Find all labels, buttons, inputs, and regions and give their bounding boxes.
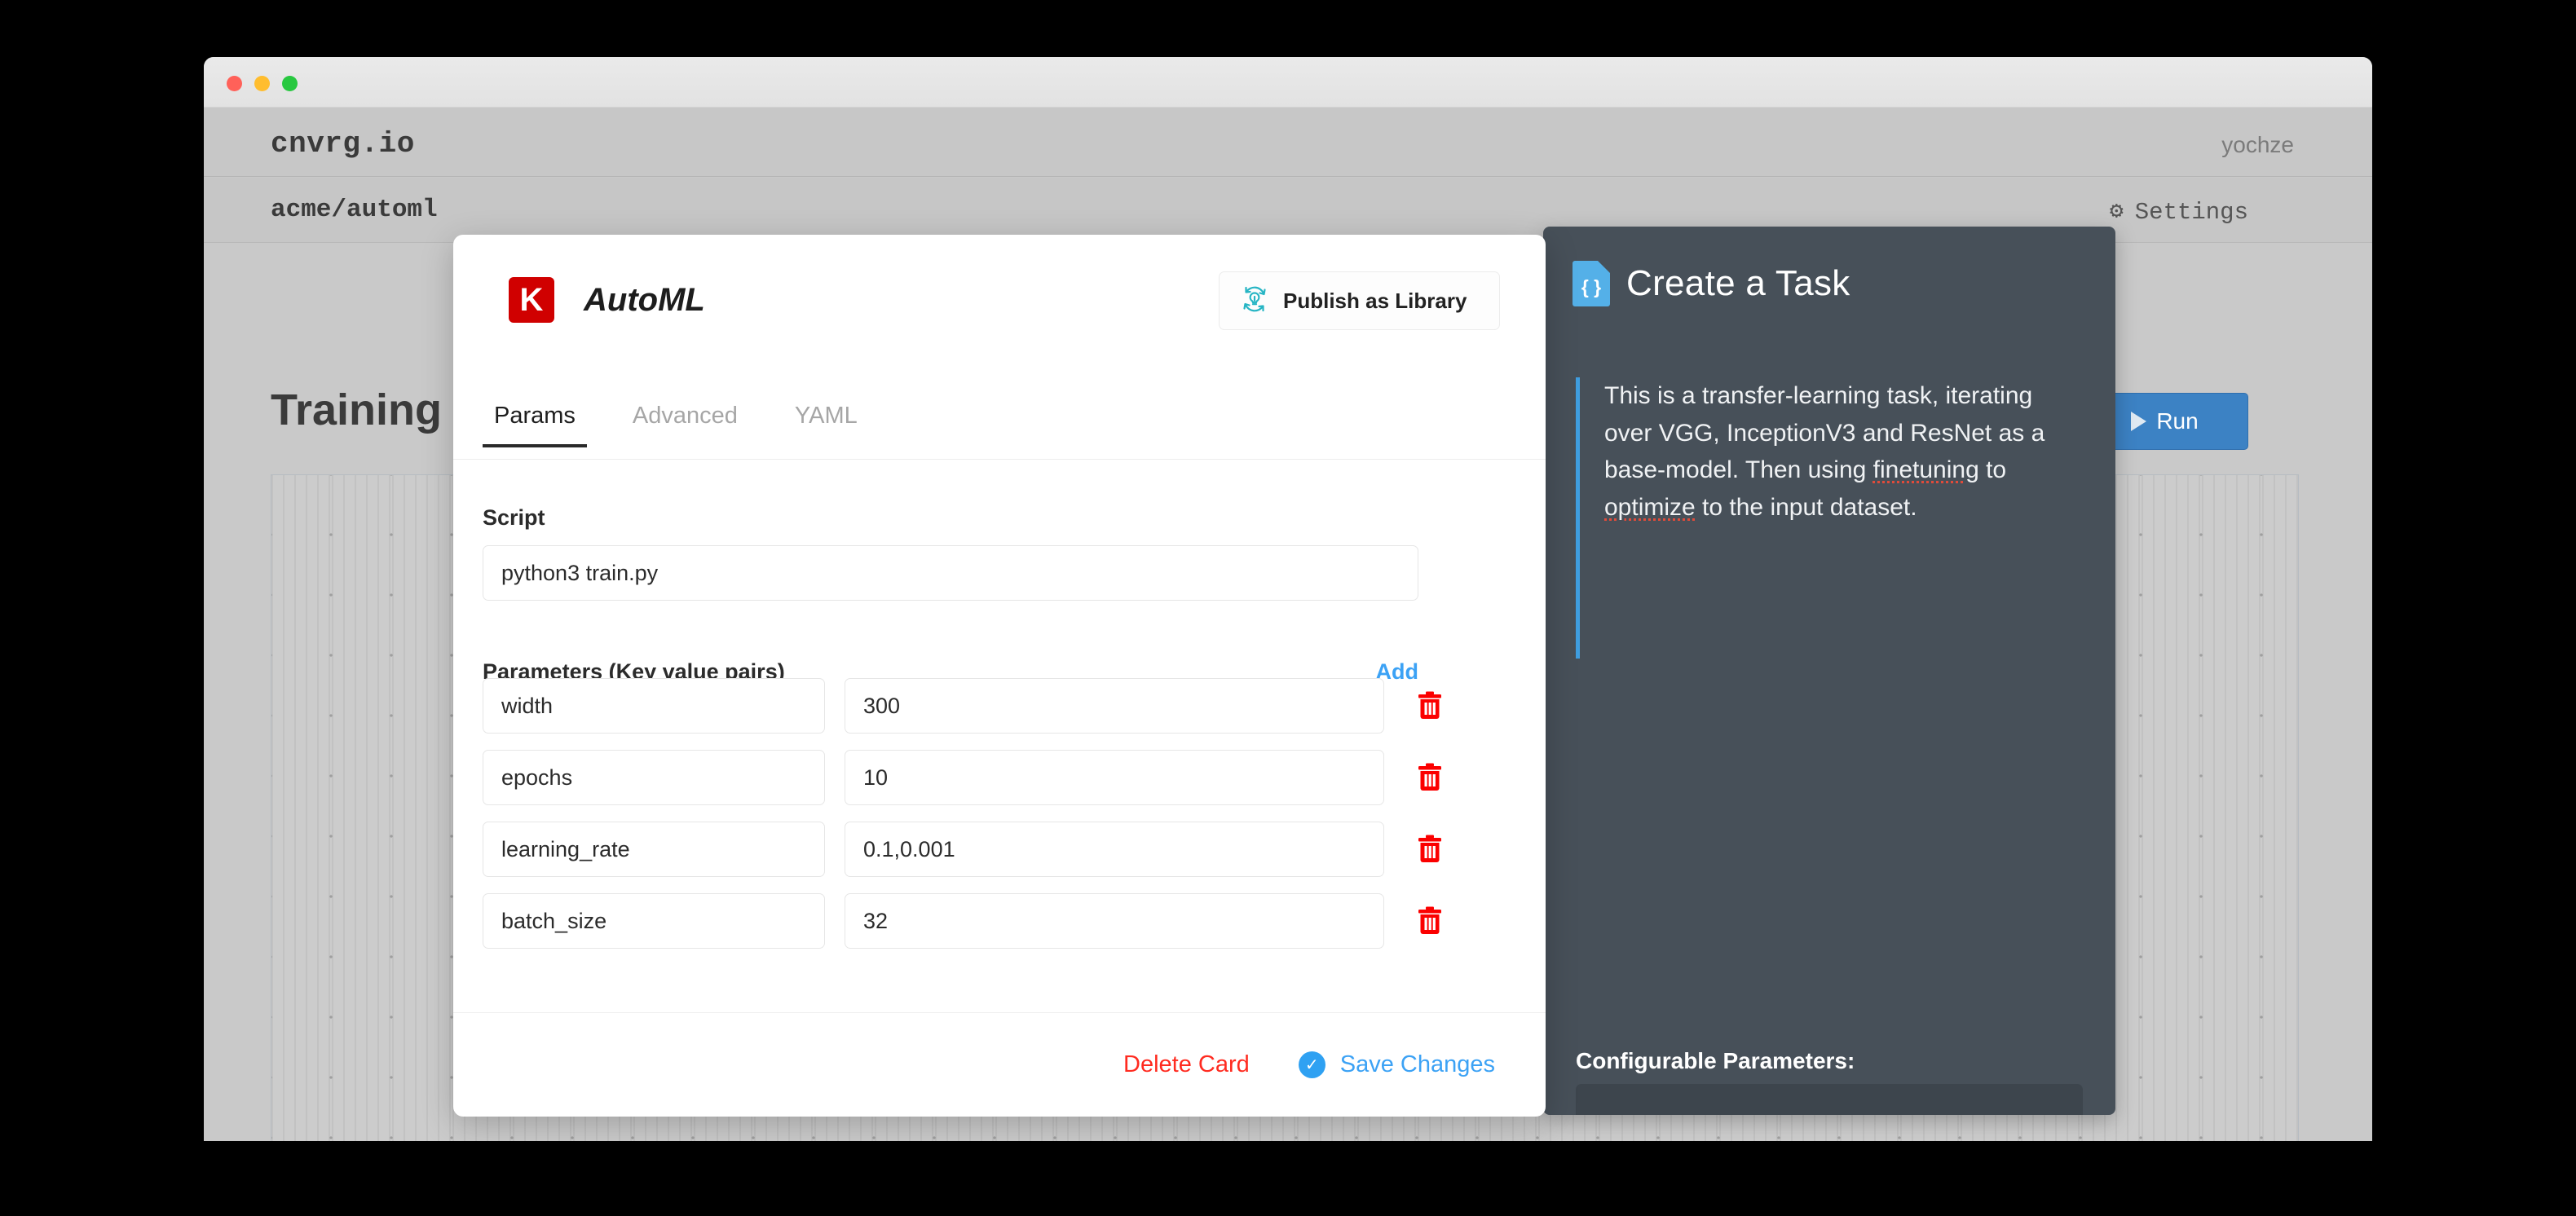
tab-params[interactable]: Params [483, 396, 587, 447]
run-label: Run [2156, 408, 2199, 434]
description-text: to [1978, 456, 2007, 484]
spell-error-text: finetuning [1872, 456, 1979, 484]
parameter-key-input[interactable] [483, 893, 825, 949]
json-braces-glyph: { } [1581, 275, 1602, 297]
check-circle-icon: ✓ [1298, 1051, 1325, 1078]
page-title: Training [271, 386, 443, 434]
modal-tabs: Params Advanced YAML [453, 396, 1546, 460]
parameter-value-input[interactable] [845, 678, 1384, 734]
window-minimize-button[interactable] [254, 76, 270, 91]
parameter-row [483, 750, 1461, 805]
user-menu[interactable]: yochze [2221, 132, 2294, 158]
play-icon [2131, 412, 2147, 431]
tab-advanced[interactable]: Advanced [621, 396, 749, 447]
publish-as-library-button[interactable]: Publish as Library [1219, 271, 1500, 330]
delete-parameter-button[interactable] [1414, 903, 1446, 939]
settings-link[interactable]: ⚙ Settings [2110, 199, 2248, 226]
description-text: to the input dataset. [1695, 493, 1917, 521]
configurable-parameter-item: height[300] [1603, 1104, 2083, 1115]
gear-icon: ⚙ [2109, 199, 2124, 225]
delete-parameter-button[interactable] [1414, 688, 1446, 724]
tab-label: Advanced [632, 403, 738, 429]
trash-icon [1418, 763, 1441, 791]
tab-label: YAML [794, 403, 858, 429]
settings-label: Settings [2134, 199, 2248, 226]
automl-card-modal: K AutoML Publish as Library Params Advanc… [453, 235, 1546, 1117]
card-title: AutoML [584, 282, 705, 318]
window-close-button[interactable] [227, 76, 242, 91]
lightbulb-refresh-icon [1237, 282, 1272, 320]
keras-logo-icon: K [509, 277, 554, 323]
parameter-key-input[interactable] [483, 822, 825, 877]
parameter-value-input[interactable] [845, 822, 1384, 877]
help-panel-description: This is a transfer-learning task, iterat… [1576, 377, 2049, 659]
trash-icon [1418, 691, 1441, 719]
parameter-rows [483, 678, 1461, 1012]
json-document-icon: { } [1573, 261, 1610, 306]
trash-icon [1418, 906, 1441, 934]
spell-error-text: optimize [1604, 493, 1696, 521]
tab-yaml[interactable]: YAML [783, 396, 869, 447]
window-maximize-button[interactable] [282, 76, 298, 91]
help-panel-header: { } Create a Task [1573, 261, 1850, 306]
task-help-panel: { } Create a Task This is a transfer-lea… [1543, 227, 2115, 1115]
breadcrumb[interactable]: acme/automl [271, 196, 438, 224]
tab-label: Params [494, 403, 576, 429]
help-panel-title: Create a Task [1626, 263, 1850, 303]
parameter-value-input[interactable] [845, 750, 1384, 805]
parameter-key-input[interactable] [483, 678, 825, 734]
parameter-row [483, 678, 1461, 734]
brand-logo[interactable]: cnvrg.io [271, 127, 415, 161]
modal-footer: Delete Card ✓ Save Changes [453, 1012, 1546, 1117]
parameter-row [483, 822, 1461, 877]
parameter-value-input[interactable] [845, 893, 1384, 949]
script-label: Script [483, 505, 545, 530]
trash-icon [1418, 835, 1441, 862]
window-titlebar [204, 57, 2372, 108]
script-input[interactable] [483, 545, 1418, 601]
configurable-parameters-list: height[300]width[300]epochs[10]learning_… [1576, 1084, 2083, 1115]
delete-parameter-button[interactable] [1414, 760, 1446, 795]
app-brand-bar: cnvrg.io yochze [204, 108, 2372, 177]
modal-form-body: Script Parameters (Key value pairs) Add [453, 460, 1546, 1012]
publish-as-library-label: Publish as Library [1283, 288, 1467, 313]
configurable-parameters-heading: Configurable Parameters: [1576, 1048, 1855, 1073]
parameter-key-input[interactable] [483, 750, 825, 805]
save-changes-button[interactable]: ✓ Save Changes [1298, 1051, 1495, 1078]
modal-header: K AutoML Publish as Library [453, 235, 1546, 386]
delete-parameter-button[interactable] [1414, 831, 1446, 867]
save-changes-label: Save Changes [1339, 1051, 1495, 1077]
delete-card-button[interactable]: Delete Card [1123, 1051, 1250, 1078]
parameter-row [483, 893, 1461, 949]
